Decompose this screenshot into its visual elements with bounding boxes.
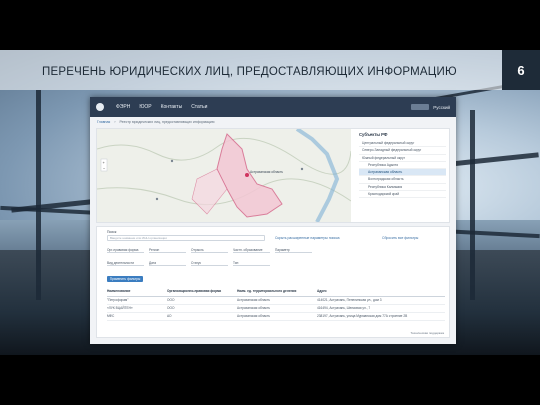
breadcrumb-home[interactable]: Главная [97,120,110,124]
page-number-badge: 6 [502,50,540,90]
region-item[interactable]: Центральный федеральный округ [359,140,446,148]
table-cell: Астраханская область [237,296,317,305]
slide-title: ПЕРЕЧЕНЬ ЮРИДИЧЕСКИХ ЛИЦ, ПРЕДОСТАВЛЯЮЩИ… [42,66,457,78]
presentation-slide: ПЕРЕЧЕНЬ ЮРИДИЧЕСКИХ ЛИЦ, ПРЕДОСТАВЛЯЮЩИ… [0,0,540,405]
table-cell[interactable]: «ЛУК ВЦАЙТЕН» [107,304,167,313]
table-row[interactable]: МФС АО Астраханская область 238197, Астр… [107,312,445,321]
table-cell: 414021, Астрахань, Пепелинская ул., дом … [317,296,445,305]
table-header-row: Наименование Организационно-правовая фор… [107,287,445,297]
table-row[interactable]: "Петрофорам" ООО Астраханская область 41… [107,296,445,305]
column-header[interactable]: Наименование [107,287,167,297]
nav-link[interactable]: ЮОР [139,104,151,110]
logo-icon[interactable] [96,103,104,111]
filter-field[interactable]: Орг-правовая форма [107,247,144,253]
lang-pill[interactable] [411,104,430,110]
regions-panel: Субъекты РФ Центральный федеральный окру… [355,129,450,222]
region-item[interactable]: Северо-Западный федеральный округ [359,147,446,155]
language-selector[interactable]: Русский [411,104,450,110]
breadcrumb-separator: › [114,120,116,124]
apply-filters-button[interactable]: Применить фильтры [107,276,143,282]
table-cell: АО [167,312,237,321]
breadcrumb: Главная › Реестр юридических лиц, предос… [90,117,456,127]
column-header[interactable]: Наим. ед. территориального деления [237,287,317,297]
table-cell: ООО [167,304,237,313]
filter-field[interactable]: Отрасль [191,247,228,253]
table-cell[interactable]: МФС [107,312,167,321]
table-cell: Астраханская область [237,312,317,321]
nav-link[interactable]: Контакты [161,104,183,110]
filter-row: Вид деятельности Дата Статус Тип [107,260,327,266]
steel-column [36,90,41,300]
filter-field[interactable]: Тип [233,260,270,266]
search-label: Поиск [107,230,117,234]
region-item[interactable]: Краснодарский край [359,191,446,199]
filter-field[interactable]: Дата [149,260,186,266]
filter-card: Поиск Введите название или ИНН организац… [96,226,450,338]
region-map[interactable]: Астраханская область + − [97,129,351,222]
table-row[interactable]: «ЛУК ВЦАЙТЕН» ООО Астраханская область 4… [107,304,445,313]
map-marker-label: Астраханская область [250,170,283,174]
regions-title: Субъекты РФ [359,132,388,137]
lang-label[interactable]: Русский [433,105,450,110]
results-table: Наименование Организационно-правовая фор… [107,287,445,321]
nav-link[interactable]: Статьи [191,104,207,110]
support-link[interactable]: Техническая поддержка [411,331,444,335]
search-input[interactable]: Введите название или ИНН организации [107,235,265,241]
steel-column [470,110,475,300]
region-item-active[interactable]: Астраханская область [359,169,446,177]
map-graphic: Астраханская область + − [97,129,351,222]
region-item[interactable]: Южный федеральный округ [359,155,446,162]
table-cell: Астраханская область [237,304,317,313]
app-screenshot: ФЭРН ЮОР Контакты Статьи Русский Главная… [90,97,456,344]
region-item[interactable]: Волгоградская область [359,176,446,184]
filter-field[interactable]: Статус [191,260,228,266]
table-cell[interactable]: "Петрофорам" [107,296,167,305]
filter-field[interactable]: Частн. образование [233,247,270,253]
filter-row: Орг-правовая форма Регион Отрасль Частн.… [107,247,327,253]
region-item[interactable]: Республика Адыгея [359,162,446,170]
reset-filters-link[interactable]: Сбросить все фильтры [382,236,418,240]
table-cell: ООО [167,296,237,305]
filter-field[interactable]: Вид деятельности [107,260,144,266]
advanced-search-link[interactable]: Скрыть расширенные параметры поиска [275,236,340,240]
table-cell: 416494, Астрахань, Шелковая ул., 7 [317,304,445,313]
column-header[interactable]: Организационно-правовая форма [167,287,237,297]
top-navbar: ФЭРН ЮОР Контакты Статьи Русский [90,97,456,117]
filter-field[interactable]: Регион [149,247,186,253]
map-card: Астраханская область + − Субъекты РФ Цен… [96,128,450,223]
filter-field[interactable]: Параметр [275,247,312,253]
table-cell: 238197, Астрахань, улица Мурманская дом … [317,312,445,321]
nav-link[interactable]: ФЭРН [116,104,130,110]
column-header[interactable]: Адрес [317,287,445,297]
region-item[interactable]: Республика Калмыкия [359,184,446,192]
breadcrumb-current: Реестр юридических лиц, предоставляющих … [119,120,215,124]
